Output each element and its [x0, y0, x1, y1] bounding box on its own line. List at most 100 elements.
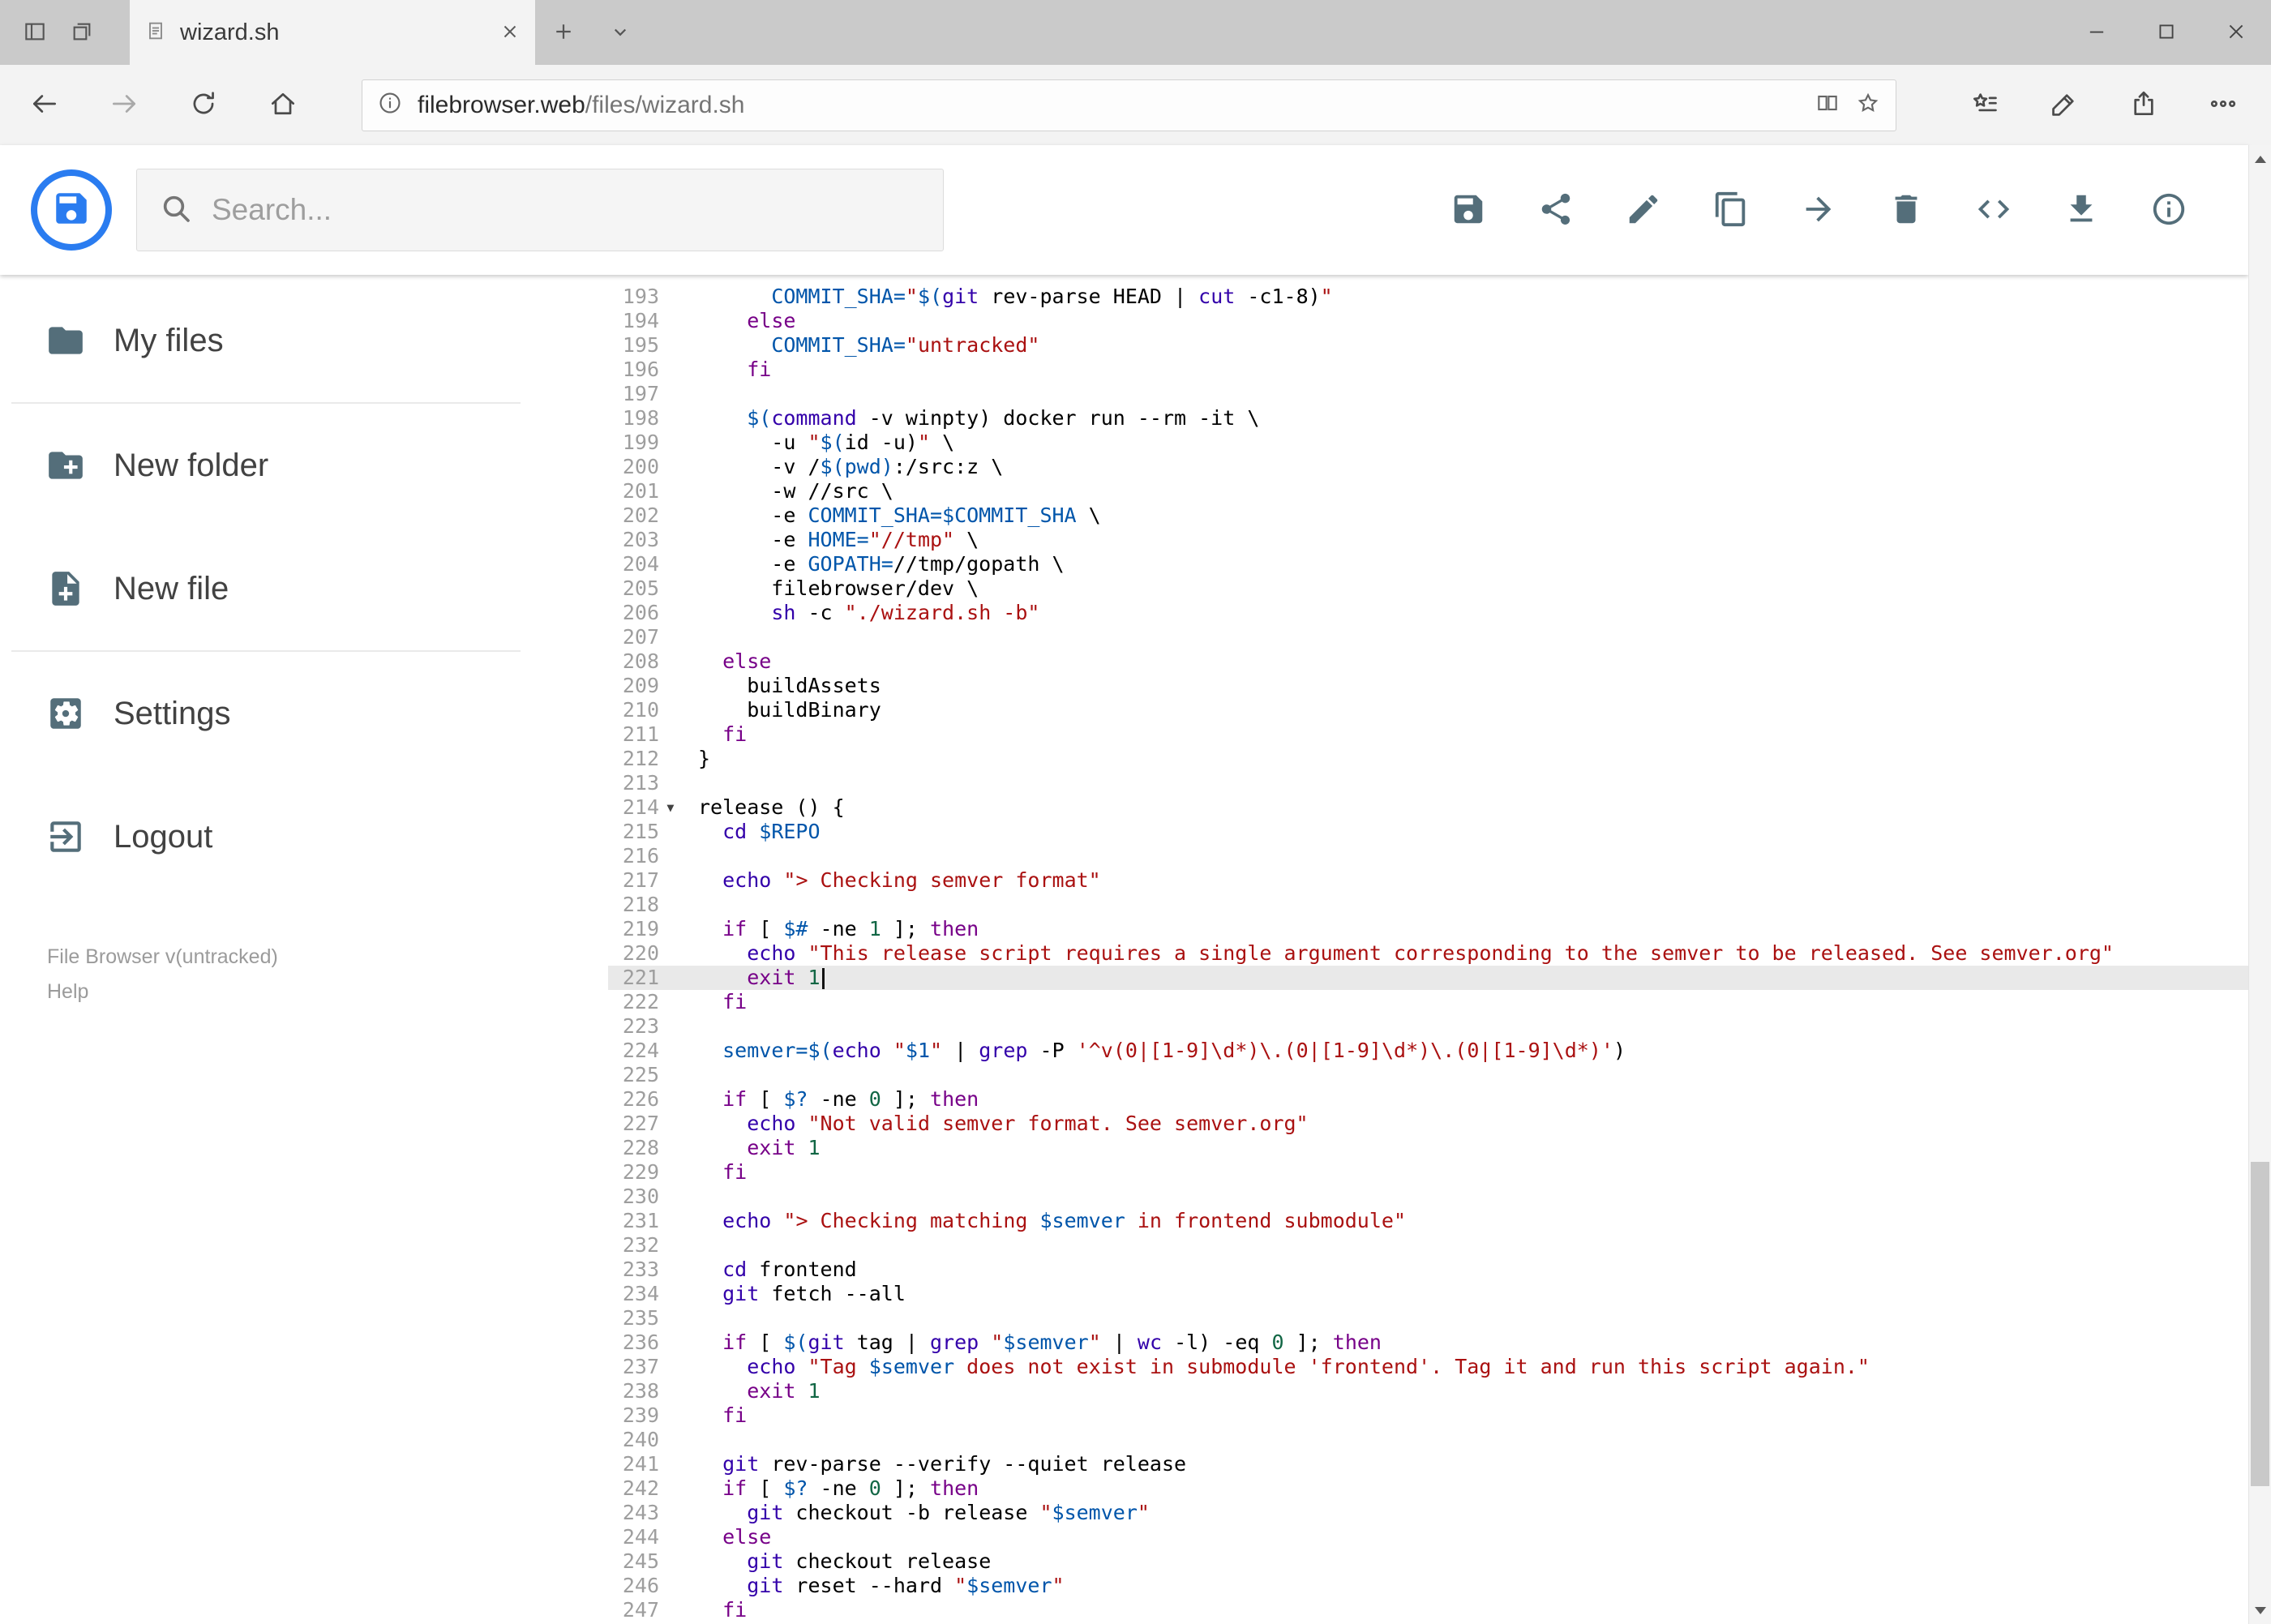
address-bar[interactable]: filebrowser.web/files/wizard.sh — [362, 79, 1896, 131]
code-line[interactable]: 245 git checkout release — [608, 1549, 2248, 1574]
code-line[interactable]: 229 fi — [608, 1160, 2248, 1185]
code-line[interactable]: 209 buildAssets — [608, 674, 2248, 698]
share-button[interactable] — [1512, 157, 1600, 263]
code-line[interactable]: 219 if [ $# -ne 1 ]; then — [608, 917, 2248, 941]
code-line[interactable]: 205 filebrowser/dev \ — [608, 576, 2248, 601]
code-line[interactable]: 211 fi — [608, 722, 2248, 747]
code-line[interactable]: 239 fi — [608, 1403, 2248, 1428]
code-line[interactable]: 214 ▾ release () { — [608, 795, 2248, 820]
code-line[interactable]: 218 — [608, 893, 2248, 917]
code-line[interactable]: 221 exit 1 — [608, 966, 2248, 990]
code-line[interactable]: 237 echo "Tag $semver does not exist in … — [608, 1355, 2248, 1379]
code-line[interactable]: 247 fi — [608, 1598, 2248, 1622]
code-line[interactable]: 204 -e GOPATH=//tmp/gopath \ — [608, 552, 2248, 576]
code-line[interactable]: 206 sh -c "./wizard.sh -b" — [608, 601, 2248, 625]
code-line[interactable]: 222 fi — [608, 990, 2248, 1014]
share-page-button[interactable] — [2104, 65, 2183, 145]
code-line[interactable]: 224 semver=$(echo "$1" | grep -P '^v(0|[… — [608, 1039, 2248, 1063]
search-input[interactable] — [212, 193, 920, 227]
code-line[interactable]: 199 -u "$(id -u)" \ — [608, 431, 2248, 455]
favorite-star-icon[interactable] — [1855, 90, 1881, 120]
code-line[interactable]: 212} — [608, 747, 2248, 771]
code-line[interactable]: 195 COMMIT_SHA="untracked" — [608, 333, 2248, 358]
new-tab-button[interactable] — [535, 0, 592, 65]
delete-button[interactable] — [1862, 157, 1950, 263]
search-box[interactable] — [136, 169, 944, 251]
code-line[interactable]: 220 echo "This release script requires a… — [608, 941, 2248, 966]
code-line[interactable]: 207 — [608, 625, 2248, 649]
code-line[interactable]: 225 — [608, 1063, 2248, 1087]
save-button[interactable] — [1425, 157, 1512, 263]
code-line[interactable]: 208 else — [608, 649, 2248, 674]
sidebar-item-logout[interactable]: Logout — [0, 775, 535, 898]
code-line[interactable]: 246 git reset --hard "$semver" — [608, 1574, 2248, 1598]
page-scrollbar[interactable] — [2248, 145, 2271, 1624]
back-button[interactable] — [5, 65, 84, 145]
code-line[interactable]: 202 -e COMMIT_SHA=$COMMIT_SHA \ — [608, 503, 2248, 528]
code-line[interactable]: 223 — [608, 1014, 2248, 1039]
code-line[interactable]: 233 cd frontend — [608, 1258, 2248, 1282]
code-line[interactable]: 241 git rev-parse --verify --quiet relea… — [608, 1452, 2248, 1476]
scroll-up-arrow[interactable] — [2249, 145, 2271, 173]
forward-button[interactable] — [84, 65, 164, 145]
filebrowser-logo[interactable] — [31, 169, 112, 251]
sidebar-item-new-folder[interactable]: New folder — [0, 404, 535, 527]
copy-button[interactable] — [1687, 157, 1775, 263]
code-line[interactable]: 198 $(command -v winpty) docker run --rm… — [608, 406, 2248, 431]
code-line[interactable]: 228 exit 1 — [608, 1136, 2248, 1160]
info-button[interactable] — [2125, 157, 2213, 263]
code-line[interactable]: 242 if [ $? -ne 0 ]; then — [608, 1476, 2248, 1501]
code-line[interactable]: 216 — [608, 844, 2248, 868]
help-link[interactable]: Help — [47, 980, 535, 1004]
sidebar-item-new-file[interactable]: New file — [0, 527, 535, 650]
move-button[interactable] — [1775, 157, 1862, 263]
code-line[interactable]: 240 — [608, 1428, 2248, 1452]
code-line[interactable]: 244 else — [608, 1525, 2248, 1549]
code-line[interactable]: 200 -v /$(pwd):/src:z \ — [608, 455, 2248, 479]
code-line[interactable]: 193 COMMIT_SHA="$(git rev-parse HEAD | c… — [608, 285, 2248, 309]
refresh-button[interactable] — [164, 65, 243, 145]
more-button[interactable] — [2183, 65, 2263, 145]
tab-list-button[interactable] — [592, 0, 649, 65]
rename-button[interactable] — [1600, 157, 1687, 263]
fold-arrow-icon[interactable]: ▾ — [659, 795, 698, 820]
home-button[interactable] — [243, 65, 323, 145]
code-line[interactable]: 210 buildBinary — [608, 698, 2248, 722]
sidebar-item-settings[interactable]: Settings — [0, 652, 535, 775]
code-line[interactable]: 226 if [ $? -ne 0 ]; then — [608, 1087, 2248, 1112]
set-tabs-aside-button[interactable] — [11, 0, 58, 65]
code-line[interactable]: 238 exit 1 — [608, 1379, 2248, 1403]
code-line[interactable]: 197 — [608, 382, 2248, 406]
sidebar-item-my-files[interactable]: My files — [0, 279, 535, 402]
code-line[interactable]: 236 if [ $(git tag | grep "$semver" | wc… — [608, 1330, 2248, 1355]
maximize-button[interactable] — [2132, 0, 2201, 65]
code-line[interactable]: 217 echo "> Checking semver format" — [608, 868, 2248, 893]
code-line[interactable]: 203 -e HOME="//tmp" \ — [608, 528, 2248, 552]
hub-button[interactable] — [1945, 65, 2025, 145]
code-line[interactable]: 215 cd $REPO — [608, 820, 2248, 844]
code-line[interactable]: 227 echo "Not valid semver format. See s… — [608, 1112, 2248, 1136]
code-line[interactable]: 213 — [608, 771, 2248, 795]
browser-tab-wizard-sh[interactable]: wizard.sh — [130, 0, 535, 65]
code-line[interactable]: 235 — [608, 1306, 2248, 1330]
minimize-button[interactable] — [2062, 0, 2132, 65]
scroll-down-arrow[interactable] — [2249, 1596, 2271, 1624]
reading-view-icon[interactable] — [1815, 90, 1840, 120]
close-button[interactable] — [2201, 0, 2271, 65]
code-line[interactable]: 231 echo "> Checking matching $semver in… — [608, 1209, 2248, 1233]
download-button[interactable] — [2037, 157, 2125, 263]
code-editor[interactable]: 193 COMMIT_SHA="$(git rev-parse HEAD | c… — [535, 275, 2248, 1624]
page-info-icon[interactable] — [377, 90, 403, 120]
tab-close-button[interactable] — [499, 21, 521, 45]
code-line[interactable]: 196 fi — [608, 358, 2248, 382]
code-line[interactable]: 232 — [608, 1233, 2248, 1258]
tab-preview-button[interactable] — [58, 0, 105, 65]
code-line[interactable]: 230 — [608, 1185, 2248, 1209]
code-line[interactable]: 194 else — [608, 309, 2248, 333]
code-line[interactable]: 234 git fetch --all — [608, 1282, 2248, 1306]
web-note-button[interactable] — [2025, 65, 2104, 145]
code-line[interactable]: 243 git checkout -b release "$semver" — [608, 1501, 2248, 1525]
scrollbar-thumb[interactable] — [2251, 1162, 2269, 1486]
code-line[interactable]: 201 -w //src \ — [608, 479, 2248, 503]
code-view-button[interactable] — [1950, 157, 2037, 263]
